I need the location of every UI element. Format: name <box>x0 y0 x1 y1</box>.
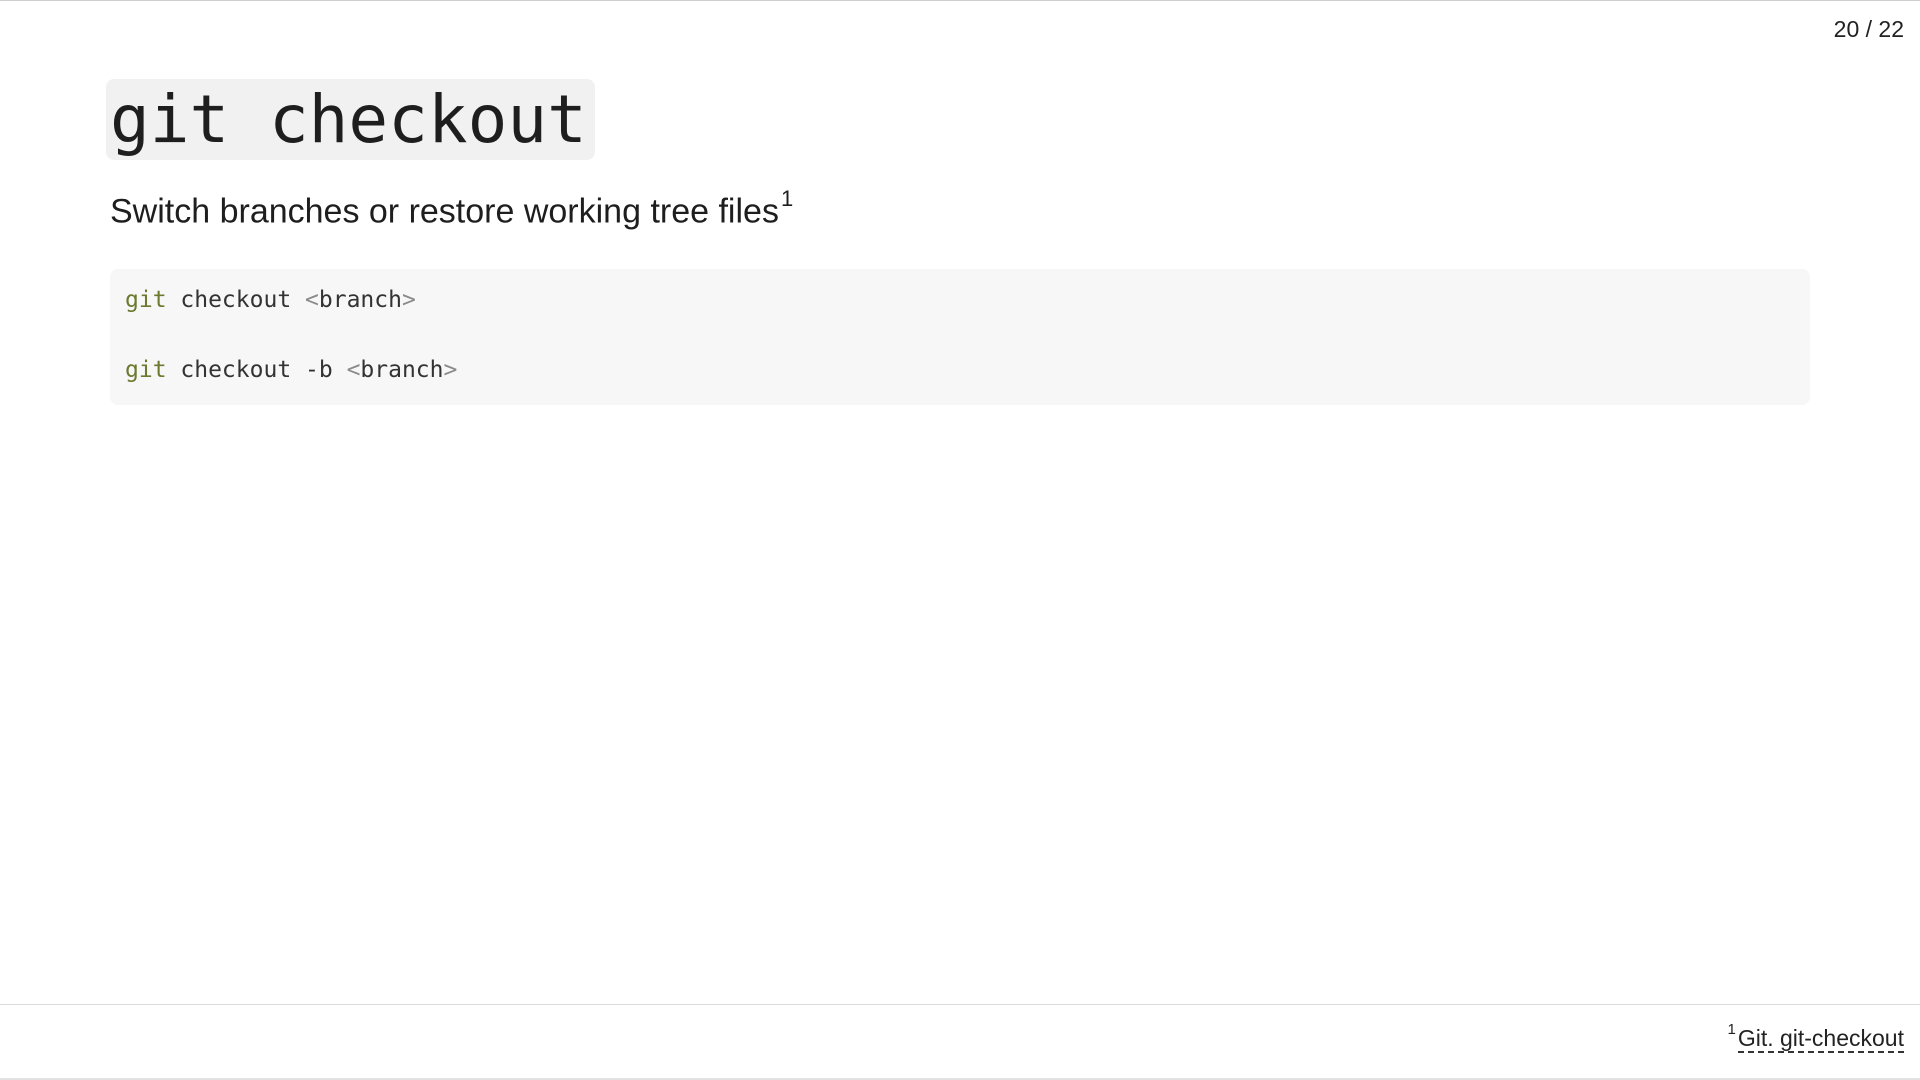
code-angle-close: > <box>443 357 458 383</box>
slide-title: git checkout <box>106 79 595 160</box>
code-keyword-git: git <box>125 357 167 383</box>
code-keyword-git: git <box>125 287 167 313</box>
code-args: checkout -b <box>166 357 347 383</box>
code-line-checkout-new-branch: git checkout -b <branch> <box>125 353 1795 388</box>
code-angle-open: < <box>346 357 361 383</box>
code-block: git checkout <branch> git checkout -b <b… <box>110 269 1810 405</box>
slide-page-counter: 20 / 22 <box>1833 16 1904 42</box>
code-args: checkout <box>166 287 306 313</box>
code-param: branch <box>318 287 402 313</box>
subtitle-text: Switch branches or restore working tree … <box>110 192 779 231</box>
footnote-link[interactable]: Git. git-checkout <box>1737 1024 1904 1053</box>
code-angle-close: > <box>401 287 416 313</box>
footnote-number: 1 <box>1727 1021 1736 1038</box>
footnote-reference[interactable]: 1 <box>781 186 793 211</box>
code-angle-open: < <box>305 287 319 313</box>
footnote: 1Git. git-checkout <box>1727 1021 1904 1053</box>
code-line-checkout-branch: git checkout <branch> <box>125 283 1795 318</box>
code-param: branch <box>360 357 444 383</box>
top-rule <box>0 0 1920 1</box>
footer-divider <box>0 1004 1920 1005</box>
slide-subtitle: Switch branches or restore working tree … <box>110 186 793 231</box>
